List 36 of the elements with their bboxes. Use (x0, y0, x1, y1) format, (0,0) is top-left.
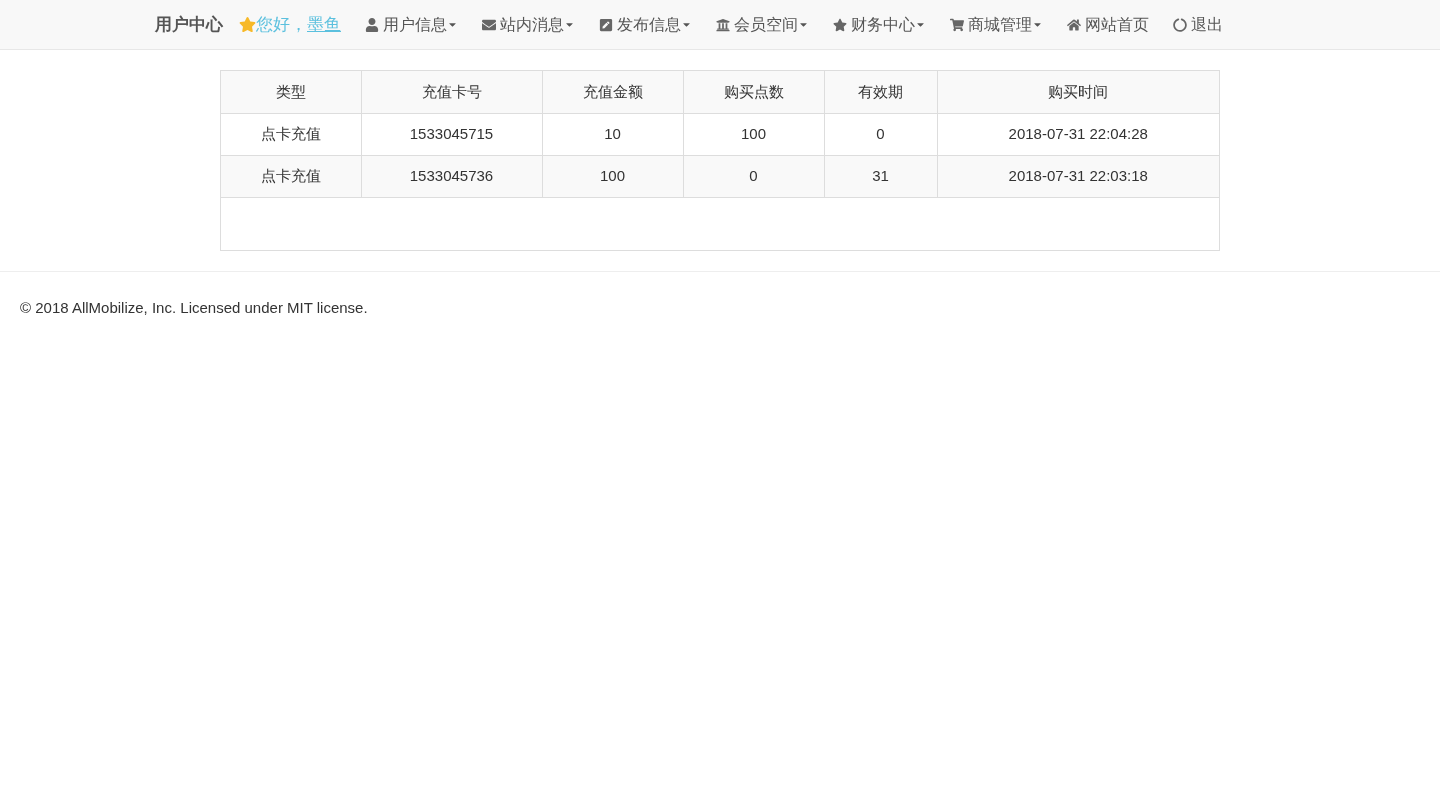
table-cell: 1533045736 (361, 155, 542, 197)
footer-text: © 2018 AllMobilize, Inc. Licensed under MIT license. (20, 299, 368, 316)
nav-menu-item[interactable]: 财务中心 (833, 12, 926, 37)
table-cell: 100 (683, 113, 824, 155)
table-cell: 0 (683, 155, 824, 197)
nav-menu-item[interactable]: 会员空间 (716, 12, 809, 37)
column-header: 购买时间 (937, 71, 1219, 113)
nav-menu-item[interactable]: 站内消息 (482, 12, 575, 37)
envelope-icon (482, 17, 496, 32)
column-header: 类型 (221, 71, 361, 113)
star-icon (833, 17, 847, 32)
brand-title: 用户中心 (155, 13, 223, 36)
nav-menu-item[interactable]: 发布信息 (599, 12, 692, 37)
star-icon (239, 16, 256, 33)
greeting-text: 您好， (256, 13, 307, 36)
table-cell: 10 (542, 113, 683, 155)
table-cell: 点卡充值 (221, 155, 361, 197)
column-header: 购买点数 (683, 71, 824, 113)
table-cell: 0 (824, 113, 937, 155)
nav-menu-item[interactable]: 用户信息 (365, 12, 458, 37)
table-cell: 点卡充值 (221, 113, 361, 155)
column-header: 充值卡号 (361, 71, 542, 113)
nav-menu-item[interactable]: 商城管理 (950, 12, 1043, 37)
logout-icon (1173, 17, 1187, 32)
column-header: 充值金额 (542, 71, 683, 113)
bank-icon (716, 17, 730, 32)
nav-menu-item[interactable]: 网站首页 (1067, 12, 1149, 37)
nav-menu-item[interactable]: 退出 (1173, 12, 1223, 37)
edit-icon (599, 17, 613, 32)
table-cell: 31 (824, 155, 937, 197)
table-cell: 100 (542, 155, 683, 197)
home-icon (1067, 17, 1081, 32)
table-cell: 1533045715 (361, 113, 542, 155)
cart-icon (950, 17, 964, 32)
user-icon (365, 17, 379, 32)
column-header: 有效期 (824, 71, 937, 113)
